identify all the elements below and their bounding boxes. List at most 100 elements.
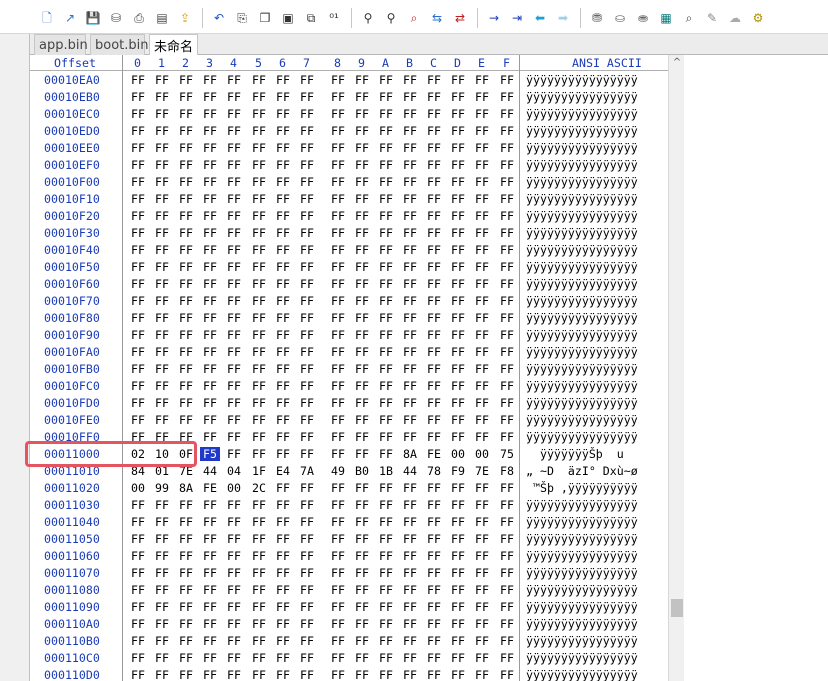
hex-byte[interactable]: FF [472, 481, 492, 495]
ascii-text[interactable]: ÿÿÿÿÿÿÿÿÿÿÿÿÿÿÿÿ [526, 124, 638, 138]
hex-byte[interactable]: FF [200, 600, 220, 614]
hex-byte[interactable]: FF [400, 226, 420, 240]
hex-byte[interactable]: FF [249, 175, 269, 189]
hex-row[interactable]: 00010F30 FF FF FF FF FF FF FF FF FF FF FF FF FF FF FF FF… [30, 225, 668, 242]
hex-byte[interactable]: FF [152, 583, 172, 597]
ascii-text[interactable]: ÿÿÿÿÿÿÿÿÿÿÿÿÿÿÿÿ [526, 413, 638, 427]
hex-byte[interactable]: FF [424, 430, 444, 444]
hex-byte[interactable]: FF [224, 226, 244, 240]
hex-row[interactable]: 00010EC0 FF FF FF FF FF FF FF FF FF FF FF FF FF FF FF FF… [30, 106, 668, 123]
hex-row[interactable]: 00010FE0 FF FF FF FF FF FF FF FF FF FF FF FF FF FF FF FF… [30, 412, 668, 429]
hex-byte[interactable]: FF [176, 583, 196, 597]
hex-byte[interactable]: FF [273, 413, 293, 427]
hex-byte[interactable]: FF [176, 277, 196, 291]
hex-byte[interactable]: FF [152, 90, 172, 104]
hex-byte[interactable]: FF [497, 107, 517, 121]
hex-byte[interactable]: FF [328, 651, 348, 665]
hex-byte[interactable]: FF [297, 651, 317, 665]
hex-byte[interactable]: FF [200, 141, 220, 155]
hex-byte[interactable]: FF [200, 430, 220, 444]
hex-byte[interactable]: FF [376, 668, 396, 681]
hex-byte[interactable]: FF [376, 651, 396, 665]
hex-byte[interactable]: FF [448, 651, 468, 665]
hex-byte[interactable]: FF [152, 345, 172, 359]
hex-byte[interactable]: FF [376, 141, 396, 155]
hex-row[interactable]: 000110B0 FF FF FF FF FF FF FF FF FF FF FF FF FF FF FF FF… [30, 633, 668, 650]
hex-byte[interactable]: 49 [328, 464, 348, 478]
hex-byte[interactable]: FF [448, 73, 468, 87]
hex-byte[interactable]: FF [297, 600, 317, 614]
hex-byte[interactable]: FF [297, 294, 317, 308]
hex-byte[interactable]: 00 [448, 447, 468, 461]
hex-byte[interactable]: FF [176, 413, 196, 427]
hex-byte[interactable]: 1B [376, 464, 396, 478]
hex-byte[interactable]: FF [249, 430, 269, 444]
open-file-icon[interactable]: ↗ [61, 9, 79, 27]
hex-byte[interactable]: FF [128, 90, 148, 104]
hex-byte[interactable]: FF [376, 175, 396, 189]
hex-byte[interactable]: FF [249, 379, 269, 393]
hex-byte[interactable]: FF [273, 260, 293, 274]
hex-byte[interactable]: FF [200, 243, 220, 257]
hex-byte[interactable]: FF [273, 362, 293, 376]
hex-byte[interactable]: FF [152, 668, 172, 681]
hex-byte[interactable]: FF [424, 260, 444, 274]
hex-byte[interactable]: FF [497, 430, 517, 444]
hex-byte[interactable]: FF [224, 277, 244, 291]
hex-byte[interactable]: FF [352, 226, 372, 240]
hex-byte[interactable]: FF [448, 515, 468, 529]
hex-byte[interactable]: FF [424, 498, 444, 512]
hex-row[interactable]: 00010FC0 FF FF FF FF FF FF FF FF FF FF FF FF FF FF FF FF… [30, 378, 668, 395]
hex-byte[interactable]: 04 [224, 464, 244, 478]
hex-byte[interactable]: FF [176, 124, 196, 138]
hex-byte[interactable]: FF [128, 617, 148, 631]
hex-byte[interactable]: FF [376, 566, 396, 580]
hex-byte[interactable]: FF [448, 498, 468, 512]
hex-byte[interactable]: FF [352, 107, 372, 121]
hex-byte[interactable]: FF [224, 430, 244, 444]
ascii-text[interactable]: ÿÿÿÿÿÿÿÿÿÿÿÿÿÿÿÿ [526, 158, 638, 172]
hex-byte[interactable]: FF [448, 634, 468, 648]
new-file-icon[interactable]: 🗋 [38, 9, 56, 27]
hex-byte[interactable]: 7A [297, 464, 317, 478]
hex-byte[interactable]: FF [424, 379, 444, 393]
hex-byte[interactable]: FF [128, 294, 148, 308]
hex-byte[interactable]: FF [200, 90, 220, 104]
hex-byte[interactable]: FF [128, 158, 148, 172]
hex-byte[interactable]: FF [200, 583, 220, 597]
hex-byte[interactable]: FF [200, 328, 220, 342]
hex-byte[interactable]: FF [200, 175, 220, 189]
zoom-icon[interactable]: ⌕ [680, 9, 698, 27]
hex-byte[interactable]: FF [497, 243, 517, 257]
hex-byte[interactable]: FF [424, 583, 444, 597]
hex-byte[interactable]: FF [200, 668, 220, 681]
ascii-text[interactable]: ™Šþ ,ÿÿÿÿÿÿÿÿÿÿ [526, 481, 638, 495]
hex-byte[interactable]: FF [128, 141, 148, 155]
hex-byte[interactable]: FF [497, 549, 517, 563]
hex-byte[interactable]: FF [249, 226, 269, 240]
hex-byte[interactable]: FF [224, 600, 244, 614]
ascii-text[interactable]: ÿÿÿÿÿÿÿÿÿÿÿÿÿÿÿÿ [526, 668, 638, 681]
hex-byte[interactable]: FF [273, 600, 293, 614]
hex-byte[interactable]: FF [297, 158, 317, 172]
hex-byte[interactable]: FF [376, 583, 396, 597]
hex-byte[interactable]: FF [497, 583, 517, 597]
hex-row[interactable]: 00010F50 FF FF FF FF FF FF FF FF FF FF FF FF FF FF FF FF… [30, 259, 668, 276]
paste-write-icon[interactable]: ⧉ [302, 9, 320, 27]
hex-byte[interactable]: FF [152, 260, 172, 274]
hex-row[interactable]: 00010EA0 FF FF FF FF FF FF FF FF FF FF FF FF FF FF FF FF… [30, 72, 668, 89]
hex-byte[interactable]: FF [249, 634, 269, 648]
hex-byte[interactable]: FF [273, 90, 293, 104]
hex-byte[interactable]: FF [376, 532, 396, 546]
hex-byte[interactable]: FF [448, 481, 468, 495]
hex-byte[interactable]: FF [376, 90, 396, 104]
hex-byte[interactable]: FF [376, 600, 396, 614]
undo-icon[interactable]: ↶ [210, 9, 228, 27]
hex-byte[interactable]: FF [273, 209, 293, 223]
hex-byte[interactable]: FF [176, 90, 196, 104]
hex-byte[interactable]: FF [424, 226, 444, 240]
hex-byte[interactable]: FF [376, 413, 396, 427]
hex-byte[interactable]: FF [297, 447, 317, 461]
hex-byte[interactable]: FF [249, 651, 269, 665]
hex-byte[interactable]: F5 [200, 447, 220, 461]
